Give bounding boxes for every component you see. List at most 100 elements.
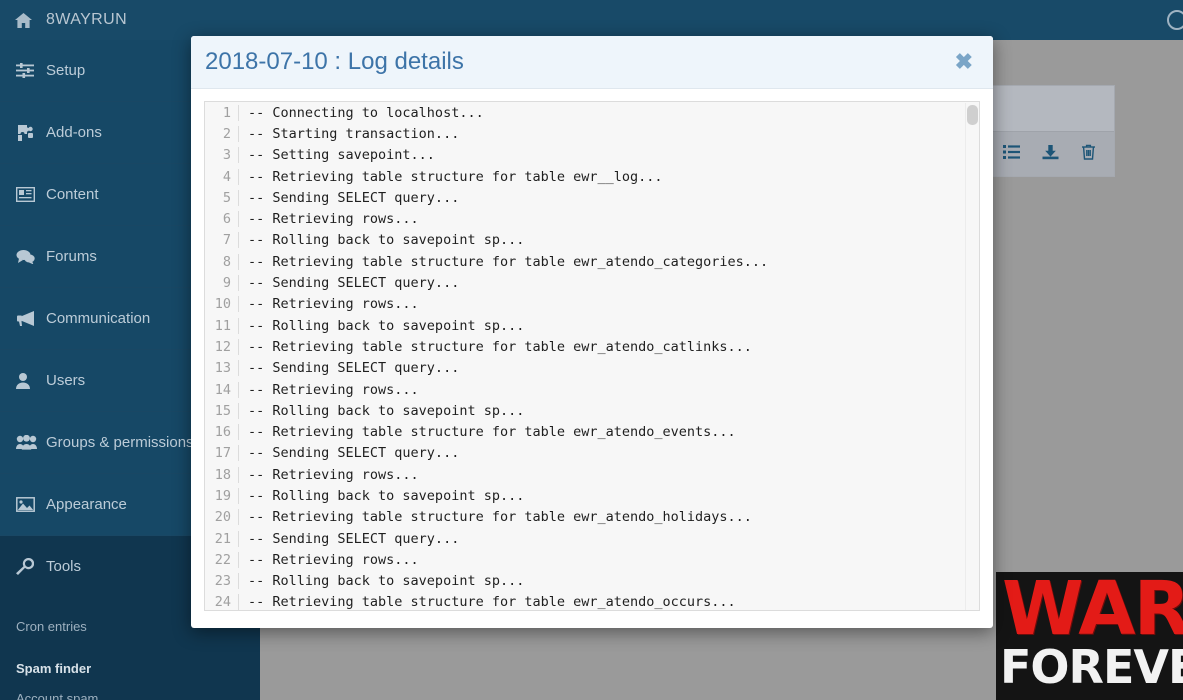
log-line-text: -- Retrieving rows... <box>248 551 419 568</box>
log-line-text: -- Retrieving table structure for table … <box>248 253 769 270</box>
bullhorn-icon <box>16 311 46 326</box>
log-line-number: 20 <box>205 509 239 526</box>
log-line-text: -- Rolling back to savepoint sp... <box>248 402 525 419</box>
log-line-text: -- Retrieving table structure for table … <box>248 168 663 185</box>
log-line: 16 -- Retrieving table structure for tabl… <box>205 421 979 442</box>
list-icon[interactable] <box>1003 145 1020 163</box>
sidebar-item-label: Users <box>46 372 86 389</box>
log-line: 15 -- Rolling back to savepoint sp... <box>205 400 979 421</box>
puzzle-icon <box>16 124 46 141</box>
sidebar-item-label: Content <box>46 186 99 203</box>
log-line: 1 -- Connecting to localhost... <box>205 102 979 123</box>
log-line-text: -- Retrieving rows... <box>248 466 419 483</box>
log-line-text: -- Sending SELECT query... <box>248 189 460 206</box>
search-icon[interactable] <box>1167 10 1183 30</box>
log-line-number: 10 <box>205 296 239 313</box>
log-line: 8 -- Retrieving table structure for table… <box>205 251 979 272</box>
log-line-text: -- Sending SELECT query... <box>248 530 460 547</box>
ad-line-1: WAR <box>1002 572 1183 652</box>
trash-icon[interactable] <box>1081 144 1096 164</box>
sidebar-item-label: Forums <box>46 248 97 265</box>
sidebar-item-groups-permissions[interactable]: Groups & permissions <box>0 412 195 474</box>
log-line: 14 -- Retrieving rows... <box>205 379 979 400</box>
log-line-text: -- Retrieving rows... <box>248 211 419 228</box>
sidebar-item-setup[interactable]: Setup <box>0 40 195 102</box>
log-line: 9 -- Sending SELECT query... <box>205 272 979 293</box>
log-line: 21 -- Sending SELECT query... <box>205 528 979 549</box>
sidebar-item-label: Tools <box>46 558 82 575</box>
sidebar-item-appearance[interactable]: Appearance <box>0 474 195 536</box>
log-line: 5 -- Sending SELECT query... <box>205 187 979 208</box>
sidebar-item-forums[interactable]: Forums <box>0 226 195 288</box>
log-line: 3 -- Setting savepoint... <box>205 145 979 166</box>
home-icon[interactable] <box>0 12 46 28</box>
log-line: 4 -- Retrieving table structure for table… <box>205 166 979 187</box>
sidebar-item-users[interactable]: Users <box>0 350 195 412</box>
sidebar-item-communication[interactable]: Communication <box>0 288 195 350</box>
log-line: 13 -- Sending SELECT query... <box>205 358 979 379</box>
log-line-number: 15 <box>205 402 239 419</box>
log-line-number: 21 <box>205 530 239 547</box>
top-bar: 8WAYRUN <box>0 0 1183 40</box>
log-line-text: -- Rolling back to savepoint sp... <box>248 573 525 590</box>
log-line-text: -- Sending SELECT query... <box>248 445 460 462</box>
admin-page: 8WAYRUN Setup Add-ons Content Forums Com… <box>0 0 1183 700</box>
log-line-text: -- Retrieving table structure for table … <box>248 594 736 610</box>
log-line-text: -- Connecting to localhost... <box>248 104 484 121</box>
modal-body: 1 -- Connecting to localhost... 2 -- Starti… <box>191 89 993 628</box>
sidebar-item-tools[interactable]: Tools <box>0 536 195 598</box>
log-line: 11 -- Rolling back to savepoint sp... <box>205 315 979 336</box>
image-icon <box>16 497 46 512</box>
sidebar-item-label: Setup <box>46 62 86 79</box>
log-lines-container: 1 -- Connecting to localhost... 2 -- Starti… <box>205 102 979 610</box>
newspaper-icon <box>16 187 46 202</box>
log-line-number: 9 <box>205 275 239 292</box>
sidebar-item-label: Groups & permissions <box>46 434 194 451</box>
sidebar-item-add-ons[interactable]: Add-ons <box>0 102 195 164</box>
log-line-text: -- Sending SELECT query... <box>248 360 460 377</box>
log-line-number: 16 <box>205 424 239 441</box>
log-code-box[interactable]: 1 -- Connecting to localhost... 2 -- Starti… <box>204 101 980 611</box>
log-line: 17 -- Sending SELECT query... <box>205 443 979 464</box>
download-icon[interactable] <box>1042 144 1059 164</box>
log-line: 10 -- Retrieving rows... <box>205 294 979 315</box>
log-line-text: -- Retrieving table structure for table … <box>248 424 736 441</box>
ad-banner[interactable]: WAR FOREVER <box>996 572 1183 700</box>
modal-header: 2018-07-10 : Log details ✖ <box>191 36 993 89</box>
log-line-number: 14 <box>205 381 239 398</box>
sliders-icon <box>16 63 46 78</box>
log-line-number: 17 <box>205 445 239 462</box>
comments-icon <box>16 249 46 264</box>
log-line-number: 7 <box>205 232 239 249</box>
log-line-text: -- Rolling back to savepoint sp... <box>248 317 525 334</box>
log-line-number: 23 <box>205 573 239 590</box>
log-scrollbar[interactable] <box>965 103 978 610</box>
log-line-number: 5 <box>205 189 239 206</box>
log-line-text: -- Setting savepoint... <box>248 147 435 164</box>
log-line-number: 13 <box>205 360 239 377</box>
log-line: 22 -- Retrieving rows... <box>205 549 979 570</box>
user-icon <box>16 372 46 389</box>
sidebar-sub-item-spam-finder[interactable]: Spam finder <box>16 654 260 684</box>
modal-title: 2018-07-10 : Log details <box>205 48 464 75</box>
users-icon <box>16 435 46 450</box>
close-icon[interactable]: ✖ <box>949 47 979 77</box>
log-line-number: 6 <box>205 211 239 228</box>
ad-line-2: FOREVER <box>1000 640 1183 694</box>
log-line-number: 8 <box>205 253 239 270</box>
log-line-text: -- Rolling back to savepoint sp... <box>248 487 525 504</box>
log-line-number: 11 <box>205 317 239 334</box>
log-line: 12 -- Retrieving table structure for tabl… <box>205 336 979 357</box>
log-line: 24 -- Retrieving table structure for tabl… <box>205 592 979 610</box>
log-line-text: -- Rolling back to savepoint sp... <box>248 232 525 249</box>
sidebar-sub-item-account-spam[interactable]: Account spam <box>16 684 260 700</box>
log-line: 19 -- Rolling back to savepoint sp... <box>205 485 979 506</box>
log-line-text: -- Retrieving rows... <box>248 296 419 313</box>
brand-title[interactable]: 8WAYRUN <box>46 11 127 29</box>
row-actions <box>1003 144 1096 164</box>
log-scrollbar-thumb[interactable] <box>967 105 978 125</box>
sidebar-item-content[interactable]: Content <box>0 164 195 226</box>
log-line: 6 -- Retrieving rows... <box>205 208 979 229</box>
log-line-number: 3 <box>205 147 239 164</box>
log-line-number: 2 <box>205 125 239 142</box>
